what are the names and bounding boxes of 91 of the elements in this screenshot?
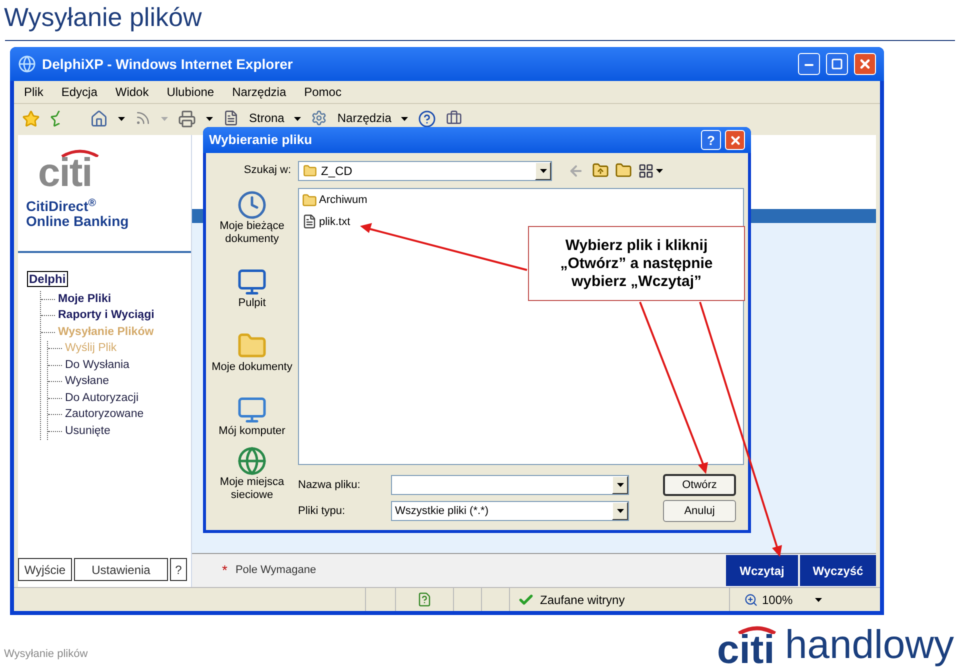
open-button[interactable]: Otwórz [663,474,736,496]
logo-arc-icon [736,626,777,634]
load-button[interactable]: Wczytaj [726,555,798,586]
monitor-icon [237,267,267,297]
menu-item[interactable]: Ulubione [166,83,214,101]
exit-button[interactable]: Wyjście [18,558,72,581]
place-item[interactable]: Moje bieżące dokumenty [209,220,295,246]
product-name: CitiDirect$^{®}$ [26,199,97,214]
file-item[interactable]: plik.txt [319,214,350,230]
tree-root[interactable]: Delphi [27,271,68,287]
clock-icon [237,190,267,220]
tree-item[interactable]: Do Wysłania [62,356,130,374]
slide-title: Wysyłanie plików [4,4,202,30]
required-note: Pole Wymagane [235,563,318,578]
callout-text: Wybierz plik i kliknij „Otwórz” a następnie wybierz „Wczytaj” [560,236,713,290]
browser-icon [18,55,36,73]
file-type-combo[interactable]: Wszystkie pliki (*.*) [391,501,629,521]
computer-icon [237,395,267,425]
caret-icon[interactable] [118,117,125,121]
page-icon[interactable] [223,110,239,126]
check-icon [518,592,534,608]
file-item[interactable]: Archiwum [319,192,368,208]
tree-item[interactable]: Wysłane [62,373,109,390]
dialog-help-button[interactable]: ? [701,130,721,150]
close-icon[interactable] [728,134,742,146]
dialog-close-button[interactable] [725,130,745,150]
place-item[interactable]: Mój komputer [209,425,295,438]
file-type-value: Wszystkie pliki (*.*) [395,504,490,519]
caret-icon[interactable] [401,117,408,121]
text-file-icon [302,214,317,230]
place-item[interactable]: Pulpit [209,297,295,310]
maximize-button[interactable] [826,53,848,75]
brand-name: handlowy [784,624,954,666]
caret-icon[interactable] [540,168,546,172]
look-in-label: Szukaj w: [242,163,292,178]
security-zone: Zaufane witryny [540,592,625,608]
printer-icon[interactable] [178,110,196,128]
file-type-label: Pliki typu: [298,504,346,519]
look-in-value: Z_CD [321,162,354,180]
file-name-field[interactable] [391,475,629,495]
gear-icon[interactable] [311,110,328,126]
toolbar-button[interactable]: Narzędzia [337,110,392,126]
home-icon[interactable] [90,110,108,128]
menu-item[interactable]: Narzędzia [232,83,286,101]
toolbar-button[interactable]: Strona [249,110,284,126]
slide-footer: Wysyłanie plików [4,646,88,666]
close-button[interactable] [854,53,876,75]
help-icon[interactable] [418,110,436,128]
view-menu-icon[interactable] [638,162,654,178]
zoom-level[interactable]: 100% [762,590,793,608]
feed-icon[interactable] [135,110,151,126]
caret-icon[interactable] [656,168,663,172]
menu-item[interactable]: Widok [115,83,149,101]
new-folder-icon[interactable] [615,162,632,179]
caret-icon[interactable] [294,117,302,121]
citi-logo: citi [716,634,776,666]
tree-item[interactable]: Raporty i Wyciągi [55,307,154,324]
folder-icon [303,164,317,178]
window-title: DelphiXP - Windows Internet Explorer [42,54,294,74]
place-item[interactable]: Moje dokumenty [209,361,295,374]
help-button[interactable]: ? [170,558,187,581]
maximize-icon[interactable] [831,58,843,70]
minimize-button[interactable] [798,53,820,75]
tree-item[interactable]: Usunięte [62,422,110,440]
star-icon[interactable] [22,110,40,128]
folder-icon [302,192,317,208]
caret-icon[interactable] [206,117,213,121]
look-in-combo[interactable]: Z_CD [298,160,552,180]
settings-button[interactable]: Ustawienia [74,558,168,581]
file-name-label: Nazwa pliku: [298,478,362,493]
dialog-title: Wybieranie pliku [209,131,314,150]
logo-arc-icon [60,149,100,157]
caret-icon[interactable] [616,483,624,487]
tree-item[interactable]: Zautoryzowane [62,406,144,424]
tree-item[interactable]: Do Autoryzacji [62,390,139,407]
required-mark: * [222,561,228,580]
globe-icon [237,446,267,476]
cancel-button[interactable]: Anuluj [663,500,736,522]
place-item[interactable]: Moje miejsca sieciowe [209,476,295,502]
menu-item[interactable]: Pomoc [304,83,342,101]
clear-button[interactable]: Wyczyść [800,555,876,586]
caret-icon[interactable] [814,598,822,602]
citi-logo: citi [38,157,93,189]
product-line: Online Banking [26,214,130,229]
menu-item[interactable]: Edycja [61,83,98,101]
zoom-icon[interactable] [744,592,758,606]
caret-icon[interactable] [616,509,624,513]
folder-up-icon[interactable] [592,162,609,179]
menu-item[interactable]: Plik [24,83,44,101]
close-icon[interactable] [858,57,872,71]
tree-item[interactable]: Moje Pliki [55,290,112,308]
